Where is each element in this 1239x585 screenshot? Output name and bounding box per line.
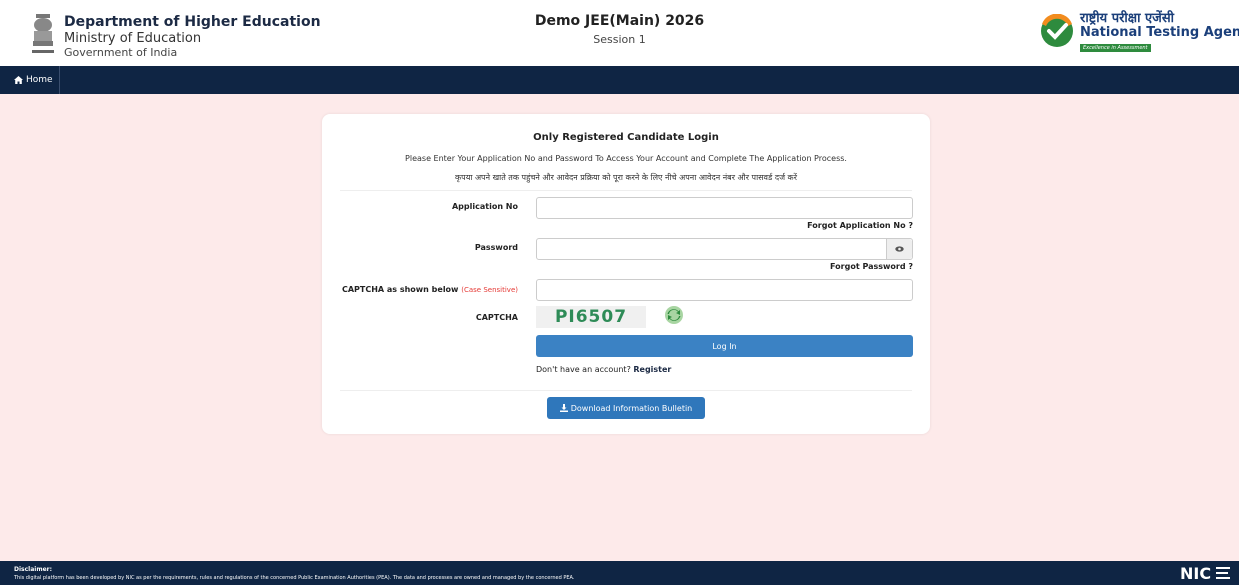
nav-home-label: Home <box>26 75 53 85</box>
eye-icon <box>895 246 904 252</box>
agency-tagline: Excellence in Assessment <box>1080 44 1151 52</box>
nav-home-link[interactable]: Home <box>8 66 60 94</box>
nic-logo-text: NIC <box>1180 564 1211 582</box>
captcha-image: PI6507 <box>536 306 646 328</box>
captcha-input-label: CAPTCHA as shown below (Case Sensitive) <box>342 285 518 294</box>
application-no-label: Application No <box>451 202 518 211</box>
disclaimer-text: This digital platform has been developed… <box>14 575 575 581</box>
login-title: Only Registered Candidate Login <box>533 132 719 143</box>
refresh-icon[interactable] <box>664 305 684 325</box>
case-sensitive-note: (Case Sensitive) <box>461 286 518 294</box>
no-account-text: Don't have an account? <box>536 365 631 374</box>
forgot-password-link[interactable]: Forgot Password ? <box>830 262 913 271</box>
divider-bottom <box>340 390 912 391</box>
password-input[interactable] <box>536 238 913 260</box>
home-icon <box>14 76 23 84</box>
download-bulletin-button[interactable]: Download Information Bulletin <box>547 397 705 419</box>
application-no-input[interactable] <box>536 197 913 219</box>
site-header: Department of Higher Education Ministry … <box>0 0 1239 66</box>
top-nav: Home <box>0 66 1239 94</box>
nic-logo: NIC <box>1180 564 1230 582</box>
instruction-english: Please Enter Your Application No and Pas… <box>405 154 847 163</box>
captcha-input[interactable] <box>536 279 913 301</box>
register-link[interactable]: Register <box>633 365 671 374</box>
register-prompt: Don't have an account? Register <box>536 365 671 374</box>
download-icon <box>559 404 568 412</box>
login-card: Only Registered Candidate Login Please E… <box>322 114 930 434</box>
password-label: Password <box>474 243 518 252</box>
download-bulletin-label: Download Information Bulletin <box>570 403 693 413</box>
agency-name-english: National Testing Agency <box>1080 25 1239 40</box>
forgot-application-link[interactable]: Forgot Application No ? <box>807 221 913 230</box>
captcha-label: CAPTCHA <box>475 313 518 322</box>
nta-logo: राष्ट्रीय परीक्षा एजेंसी National Testin… <box>1040 8 1239 58</box>
agency-name-hindi: राष्ट्रीय परीक्षा एजेंसी <box>1080 11 1174 26</box>
site-footer: Disclaimer: This digital platform has be… <box>0 561 1239 585</box>
instruction-hindi: कृपया अपने खाते तक पहुंचने और आवेदन प्रक… <box>455 173 797 182</box>
nta-check-icon <box>1041 14 1073 47</box>
captcha-input-label-text: CAPTCHA as shown below <box>341 285 459 294</box>
divider-top <box>340 190 912 191</box>
login-button[interactable]: Log In <box>536 335 913 357</box>
disclaimer-title: Disclaimer: <box>14 566 53 573</box>
password-toggle-button[interactable] <box>886 239 912 259</box>
